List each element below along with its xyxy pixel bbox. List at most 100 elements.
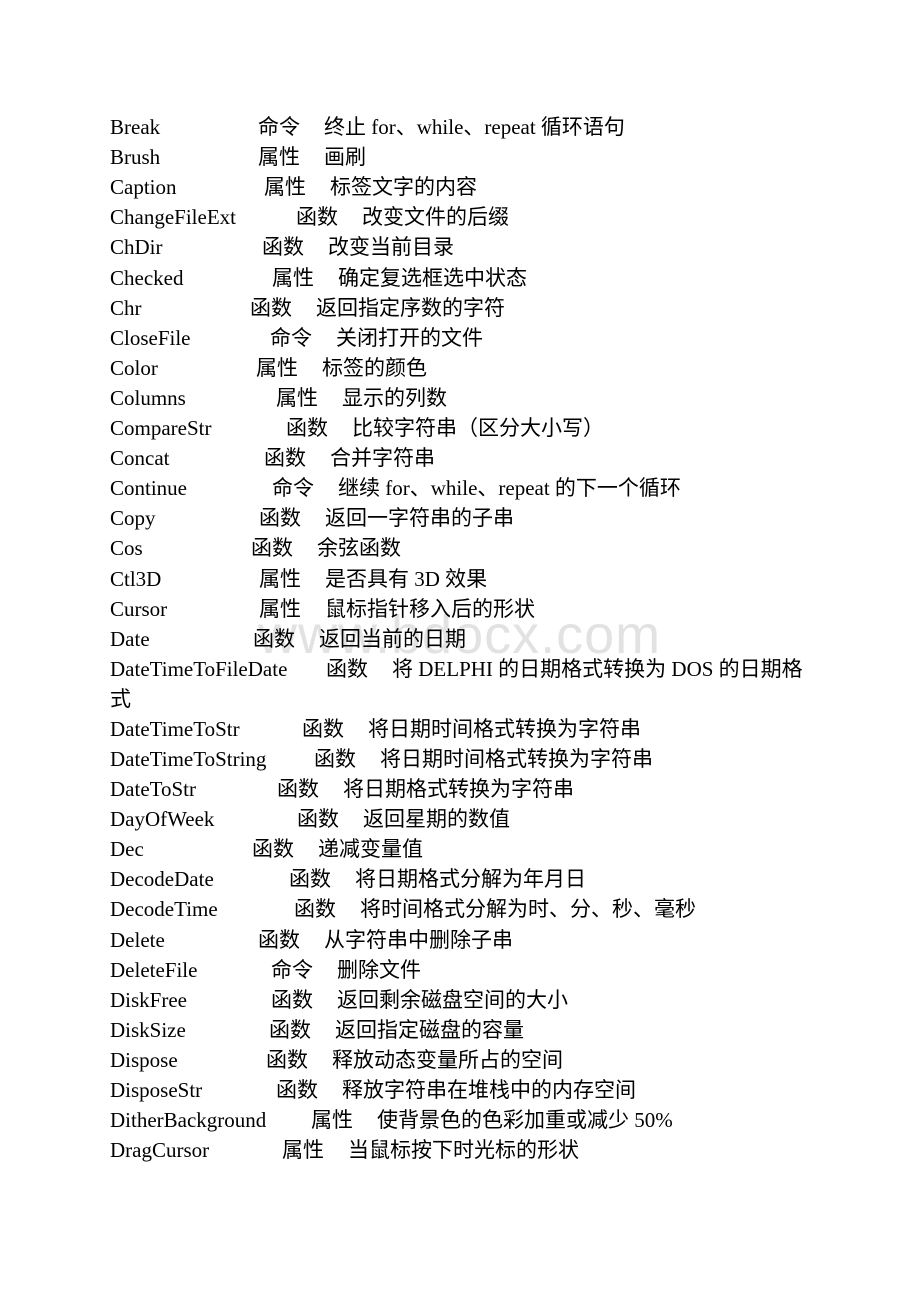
entry-description: 鼠标指针移入后的形状 — [325, 596, 535, 621]
entry-description: 将日期格式转换为字符串 — [343, 777, 574, 801]
entry-description: 确定复选框选中状态 — [338, 265, 527, 290]
entry-name: DecodeDate — [110, 867, 214, 892]
entry-kind: 函数 — [296, 205, 338, 230]
entry-description: 余弦函数 — [317, 536, 401, 561]
entry-description: 显示的列数 — [342, 385, 447, 410]
list-item: DiskFree 函数 返回剩余磁盘空间的大小 — [110, 985, 810, 1015]
entry-description: 返回指定序数的字符 — [316, 295, 505, 320]
entry-name: Concat — [110, 446, 170, 471]
entry-description: 标签文字的内容 — [330, 175, 477, 200]
entry-name: Delete — [110, 927, 165, 952]
entry-kind: 函数 — [251, 536, 293, 561]
entry-name: DateTimeToFileDate — [110, 656, 288, 681]
entry-description: 将日期格式分解为年月日 — [355, 867, 586, 892]
list-item: DecodeDate 函数 将日期格式分解为年月日 — [110, 864, 810, 894]
entry-name: DecodeTime — [110, 897, 218, 922]
entry-kind: 函数 — [259, 506, 301, 531]
entry-kind: 函数 — [326, 656, 368, 681]
entry-description: 终止 for、while、repeat 循环语句 — [324, 115, 625, 139]
entry-description: 删除文件 — [337, 957, 421, 982]
entry-name: Brush — [110, 145, 161, 170]
entry-kind: 属性 — [276, 385, 318, 410]
entry-description: 改变文件的后缀 — [362, 205, 509, 230]
entry-name: Ctl3D — [110, 566, 162, 591]
entry-description: 释放动态变量所占的空间 — [332, 1047, 563, 1072]
list-item: Chr 函数 返回指定序数的字符 — [110, 293, 810, 323]
entry-description: 返回剩余磁盘空间的大小 — [337, 987, 568, 1012]
entry-name: ChangeFileExt — [110, 205, 236, 230]
entry-description: 使背景色的色彩加重或减少 50% — [377, 1108, 673, 1133]
list-item: Columns 属性 显示的列数 — [110, 383, 810, 413]
entry-kind: 函数 — [266, 1047, 308, 1072]
entry-name: DiskSize — [110, 1017, 186, 1042]
entry-name: Columns — [110, 385, 186, 410]
list-item: DayOfWeek 函数 返回星期的数值 — [110, 804, 810, 834]
list-item: Copy 函数 返回一字符串的子串 — [110, 503, 810, 533]
list-item: Cos 函数 余弦函数 — [110, 533, 810, 563]
entry-name: Chr — [110, 295, 142, 320]
entry-name: Dispose — [110, 1047, 178, 1072]
entry-kind: 属性 — [311, 1108, 353, 1133]
list-item: Dec 函数 递减变量值 — [110, 834, 810, 864]
entry-name: Continue — [110, 476, 187, 501]
list-item: Checked 属性 确定复选框选中状态 — [110, 263, 810, 293]
entry-description: 继续 for、while、repeat 的下一个循环 — [338, 476, 681, 501]
list-item: DiskSize 函数 返回指定磁盘的容量 — [110, 1015, 810, 1045]
entry-name: Break — [110, 115, 161, 139]
entry-kind: 命令 — [258, 115, 300, 139]
entry-description: 返回星期的数值 — [363, 807, 510, 832]
entry-description: 是否具有 3D 效果 — [325, 566, 488, 591]
entry-name: Color — [110, 355, 158, 380]
list-item: Delete 函数 从字符串中删除子串 — [110, 925, 810, 955]
entry-name: Checked — [110, 265, 184, 290]
entry-description: 将时间格式分解为时、分、秒、毫秒 — [360, 897, 696, 922]
entry-description: 比较字符串（区分大小写） — [352, 416, 604, 440]
entry-kind: 函数 — [302, 716, 344, 741]
list-item: DeleteFile 命令 删除文件 — [110, 955, 810, 985]
entry-description: 标签的颜色 — [322, 355, 427, 380]
entry-kind: 函数 — [297, 807, 339, 832]
list-item: CloseFile 命令 关闭打开的文件 — [110, 323, 810, 353]
entry-name: ChDir — [110, 235, 163, 260]
entry-description: 返回指定磁盘的容量 — [335, 1017, 524, 1042]
entry-name: Caption — [110, 175, 177, 200]
entry-name: Cursor — [110, 596, 168, 621]
entry-kind: 属性 — [272, 265, 314, 290]
entry-name: DiskFree — [110, 987, 187, 1012]
list-item: DragCursor 属性 当鼠标按下时光标的形状 — [110, 1135, 810, 1165]
entry-name: DateTimeToString — [110, 746, 267, 771]
entry-kind: 函数 — [258, 927, 300, 952]
list-item: Caption 属性 标签文字的内容 — [110, 172, 810, 202]
entry-kind: 函数 — [250, 295, 292, 320]
list-item: ChDir 函数 改变当前目录 — [110, 232, 810, 262]
entry-kind: 函数 — [271, 987, 313, 1012]
entry-kind: 属性 — [282, 1138, 324, 1163]
entry-kind: 属性 — [259, 566, 301, 591]
entry-description: 合并字符串 — [330, 446, 435, 471]
entry-kind: 属性 — [264, 175, 306, 200]
entry-kind: 函数 — [269, 1017, 311, 1042]
entry-name: CloseFile — [110, 325, 191, 350]
entry-kind: 函数 — [252, 837, 294, 862]
list-item: DitherBackground 属性 使背景色的色彩加重或减少 50% — [110, 1105, 810, 1135]
entry-description: 返回当前的日期 — [319, 626, 466, 651]
entry-description: 当鼠标按下时光标的形状 — [348, 1138, 579, 1163]
entry-name: DragCursor — [110, 1138, 210, 1163]
entry-kind: 函数 — [314, 746, 356, 771]
list-item: Brush 属性 画刷 — [110, 142, 810, 172]
list-item: Ctl3D 属性 是否具有 3D 效果 — [110, 564, 810, 594]
entry-kind: 命令 — [272, 476, 314, 501]
list-item: DateTimeToStr 函数 将日期时间格式转换为字符串 — [110, 714, 810, 744]
list-item: Color 属性 标签的颜色 — [110, 353, 810, 383]
entry-kind: 属性 — [256, 355, 298, 380]
entry-name: DayOfWeek — [110, 807, 215, 832]
list-item: ChangeFileExt 函数 改变文件的后缀 — [110, 202, 810, 232]
list-item: Cursor 属性 鼠标指针移入后的形状 — [110, 594, 810, 624]
entry-kind: 函数 — [262, 235, 304, 260]
entry-name: DisposeStr — [110, 1078, 203, 1102]
entry-description: 返回一字符串的子串 — [325, 506, 514, 531]
entry-kind: 函数 — [286, 416, 328, 440]
entry-description: 将日期时间格式转换为字符串 — [368, 716, 641, 741]
list-item: DecodeTime 函数 将时间格式分解为时、分、秒、毫秒 — [110, 894, 810, 924]
entry-kind: 函数 — [253, 626, 295, 651]
